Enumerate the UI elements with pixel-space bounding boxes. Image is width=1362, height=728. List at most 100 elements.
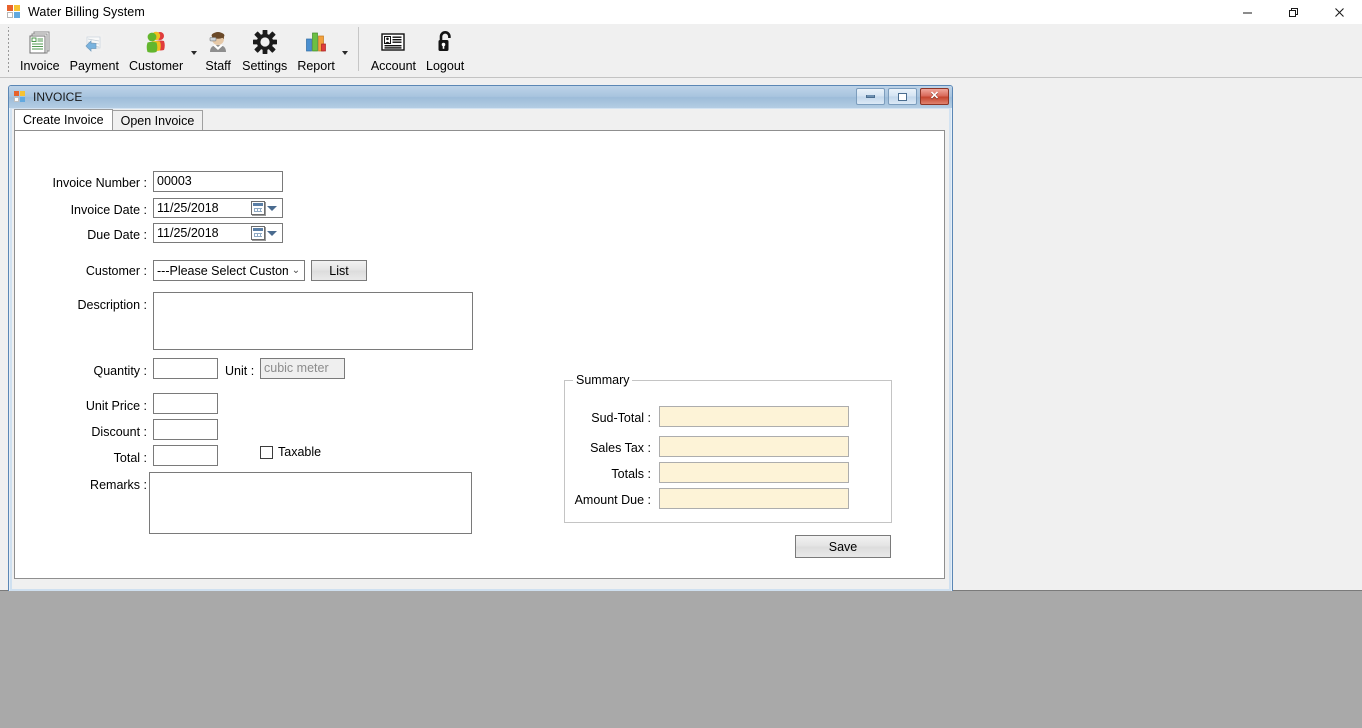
chevron-down-icon-report[interactable] xyxy=(340,24,351,76)
unit-price-input[interactable] xyxy=(153,393,218,414)
restore-icon[interactable] xyxy=(1270,0,1316,24)
remarks-input[interactable] xyxy=(149,472,472,534)
sales-tax-field xyxy=(659,436,849,457)
toolbar-button-settings[interactable]: Settings xyxy=(237,24,292,76)
toolbar-label-logout: Logout xyxy=(426,59,465,73)
unit-input: cubic meter xyxy=(260,358,345,379)
main-toolbar: Invoice Payment Customer Staff Settings … xyxy=(0,24,1362,78)
toolbar-label-settings: Settings xyxy=(242,59,288,73)
calendar-icon xyxy=(251,201,265,215)
sales-tax-label: Sales Tax : xyxy=(590,441,651,455)
main-title-bar: Water Billing System xyxy=(0,0,1362,24)
invoice-number-label: Invoice Number : xyxy=(52,176,147,190)
tab-open-invoice[interactable]: Open Invoice xyxy=(111,110,204,130)
invoice-tabstrip: Create Invoice Open Invoice xyxy=(12,109,949,130)
due-date-label: Due Date : xyxy=(87,228,147,242)
amount-due-label: Amount Due : xyxy=(574,493,651,507)
list-button-label: List xyxy=(329,263,349,278)
invoice-date-picker[interactable]: 11/25/2018 xyxy=(153,198,283,218)
quantity-input[interactable] xyxy=(153,358,218,379)
chevron-down-icon xyxy=(267,230,277,236)
sub-total-label: Sud-Total : xyxy=(591,411,651,425)
id-card-icon xyxy=(379,27,407,57)
toolbar-button-logout[interactable]: Logout xyxy=(421,24,469,76)
invoice-number-input[interactable]: 00003 xyxy=(153,171,283,192)
unit-label: Unit : xyxy=(225,364,255,378)
toolbar-label-customer: Customer xyxy=(128,59,184,73)
total-label: Total : xyxy=(113,451,147,465)
toolbar-button-customer[interactable]: Customer xyxy=(124,24,188,76)
window-controls xyxy=(1224,0,1362,24)
chevron-down-icon: ⌄ xyxy=(291,265,301,276)
toolbar-label-report: Report xyxy=(297,59,335,73)
description-label: Description : xyxy=(77,298,147,312)
toolbar-button-report[interactable]: Report xyxy=(292,24,340,76)
due-date-value: 11/25/2018 xyxy=(157,226,219,240)
total-input[interactable] xyxy=(153,445,218,466)
gear-icon xyxy=(251,27,279,57)
summary-group: Summary Sud-Total : Sales Tax : Totals :… xyxy=(564,373,892,523)
open-padlock-icon xyxy=(431,27,459,57)
tab-create-invoice-label: Create Invoice xyxy=(23,113,104,127)
checkbox-box-icon xyxy=(260,445,273,459)
invoice-window-body: Create Invoice Open Invoice Invoice Numb… xyxy=(12,109,949,589)
invoice-form: Invoice Number : 00003 Invoice Date : 11… xyxy=(15,131,944,578)
minimize-icon[interactable] xyxy=(856,88,885,105)
desktop-background xyxy=(0,591,1362,728)
customer-select-value: ---Please Select Customer-- xyxy=(157,263,288,278)
customer-people-icon xyxy=(142,27,170,57)
app-title: Water Billing System xyxy=(28,5,145,19)
list-button[interactable]: List xyxy=(311,260,367,281)
discount-input[interactable] xyxy=(153,419,218,440)
toolbar-button-staff[interactable]: Staff xyxy=(199,24,237,76)
toolbar-button-payment[interactable]: Payment xyxy=(65,24,124,76)
app-squares-icon xyxy=(7,5,21,19)
invoice-date-label: Invoice Date : xyxy=(70,203,147,217)
invoice-document-icon xyxy=(26,27,54,57)
unit-price-label: Unit Price : xyxy=(85,399,147,413)
invoice-date-value: 11/25/2018 xyxy=(157,201,219,215)
customer-select[interactable]: ---Please Select Customer-- ⌄ xyxy=(153,260,305,281)
create-invoice-page: Invoice Number : 00003 Invoice Date : 11… xyxy=(14,130,945,579)
screen: Water Billing System Invoice Payment Cus… xyxy=(0,0,1362,728)
invoice-window: INVOICE ✕ Create Invoice Open Invoice In… xyxy=(8,85,953,593)
remarks-label: Remarks : xyxy=(90,478,147,492)
toolbar-label-account: Account xyxy=(370,59,417,73)
tab-open-invoice-label: Open Invoice xyxy=(120,113,195,128)
quantity-label: Quantity : xyxy=(93,364,148,378)
sub-total-field xyxy=(659,406,849,427)
customer-label: Customer : xyxy=(85,264,147,278)
due-date-picker[interactable]: 11/25/2018 xyxy=(153,223,283,243)
tab-create-invoice[interactable]: Create Invoice xyxy=(14,109,113,130)
totals-label: Totals : xyxy=(611,467,651,481)
chevron-down-icon-customer[interactable] xyxy=(188,24,199,76)
taxable-label: Taxable xyxy=(278,445,322,459)
invoice-window-title: INVOICE xyxy=(33,90,83,104)
payment-money-icon xyxy=(80,27,108,57)
description-input[interactable] xyxy=(153,292,473,350)
toolbar-button-invoice[interactable]: Invoice xyxy=(15,24,65,76)
toolbar-button-account[interactable]: Account xyxy=(366,24,421,76)
discount-label: Discount : xyxy=(91,425,147,439)
toolbar-label-staff: Staff xyxy=(205,59,231,73)
chevron-down-icon xyxy=(267,205,277,211)
totals-field xyxy=(659,462,849,483)
save-button[interactable]: Save xyxy=(795,535,891,558)
toolbar-separator xyxy=(357,27,359,71)
invoice-window-controls: ✕ xyxy=(856,88,949,105)
staff-person-icon xyxy=(204,27,232,57)
toolbar-label-invoice: Invoice xyxy=(20,59,60,73)
toolbar-grip[interactable] xyxy=(6,27,13,73)
toolbar-label-payment: Payment xyxy=(69,59,119,73)
bar-chart-icon xyxy=(302,27,330,57)
form-squares-icon xyxy=(14,90,27,104)
amount-due-field xyxy=(659,488,849,509)
save-button-label: Save xyxy=(828,539,858,554)
close-icon[interactable]: ✕ xyxy=(920,88,949,105)
maximize-icon[interactable] xyxy=(888,88,917,105)
invoice-title-bar[interactable]: INVOICE ✕ xyxy=(9,86,952,108)
close-icon[interactable] xyxy=(1316,0,1362,24)
taxable-checkbox[interactable]: Taxable xyxy=(260,445,321,459)
minimize-icon[interactable] xyxy=(1224,0,1270,24)
calendar-icon xyxy=(251,226,265,240)
